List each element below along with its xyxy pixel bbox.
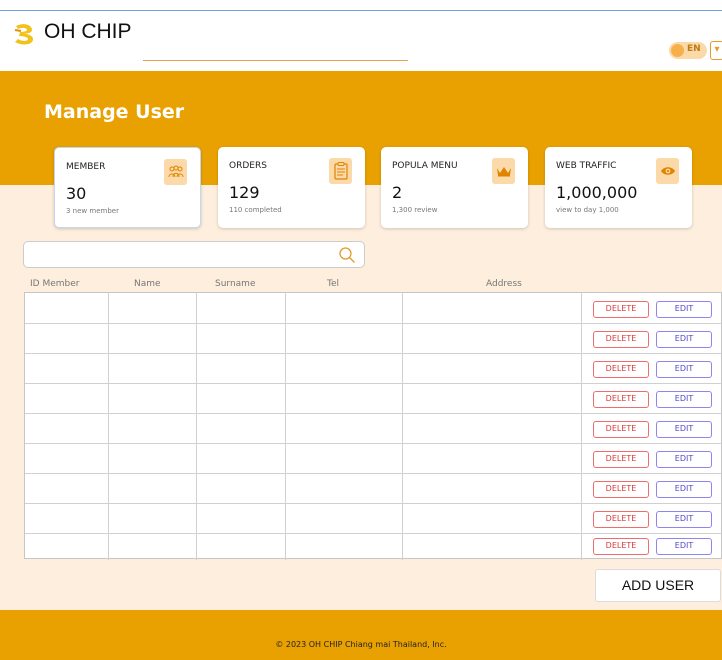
logo-icon [14,24,34,45]
members-icon [164,159,187,185]
edit-button[interactable]: EDIT [656,481,712,498]
search-icon[interactable] [338,246,356,264]
column-divider [196,293,197,560]
stat-card-member[interactable]: MEMBER 30 3 new member [54,147,201,228]
column-divider [285,293,286,560]
page-title: Manage User [44,101,185,123]
stat-card-subtext: 1,300 review [392,206,438,214]
stat-card-value: 2 [392,183,403,202]
delete-button[interactable]: DELETE [593,511,649,528]
language-label: EN [687,44,701,54]
delete-button[interactable]: DELETE [593,331,649,348]
footer-copyright: © 2023 OH CHIP Chiang mai Thailand, Inc. [275,640,447,649]
column-header-name: Name [134,279,161,289]
stat-card-value: 30 [66,184,87,203]
row-divider [25,413,722,414]
edit-button[interactable]: EDIT [656,331,712,348]
edit-button[interactable]: EDIT [656,451,712,468]
column-divider [581,293,582,560]
search-input[interactable] [23,241,365,268]
column-divider [108,293,109,560]
delete-button[interactable]: DELETE [593,421,649,438]
delete-button[interactable]: DELETE [593,481,649,498]
brand-name: OH CHIP [44,20,132,43]
row-divider [25,473,722,474]
eye-icon [656,158,679,184]
column-header-id: ID Member [30,279,80,289]
edit-button[interactable]: EDIT [656,301,712,318]
column-header-tel: Tel [327,279,340,289]
stat-card-web-traffic[interactable]: WEB TRAFFIC 1,000,000 view to day 1,000 [545,147,692,228]
stat-card-title: WEB TRAFFIC [556,161,617,171]
stat-card-subtext: 3 new member [66,207,119,215]
stat-card-orders[interactable]: ORDERS 129 110 completed [218,147,365,228]
clipboard-icon [329,158,352,184]
edit-button[interactable]: EDIT [656,511,712,528]
stat-card-value: 129 [229,183,260,202]
row-divider [25,353,722,354]
edit-button[interactable]: EDIT [656,538,712,555]
stat-card-title: POPULA MENU [392,161,458,171]
stat-card-title: MEMBER [66,162,106,172]
delete-button[interactable]: DELETE [593,301,649,318]
edit-button[interactable]: EDIT [656,421,712,438]
stat-card-value: 1,000,000 [556,183,638,202]
footer [0,610,722,660]
delete-button[interactable]: DELETE [593,451,649,468]
language-toggle[interactable]: EN [669,42,707,59]
column-header-surname: Surname [215,279,256,289]
stat-card-title: ORDERS [229,161,267,171]
row-divider [25,443,722,444]
menu-dropdown-button[interactable]: ▾ [710,41,722,60]
crown-icon [492,158,515,184]
member-table: DELETE EDIT DELETE EDIT DELETE EDIT DELE… [24,292,722,560]
delete-button[interactable]: DELETE [593,538,649,555]
edit-button[interactable]: EDIT [656,361,712,378]
stat-card-popular-menu[interactable]: POPULA MENU 2 1,300 review [381,147,528,228]
row-divider [25,533,722,534]
row-divider [25,383,722,384]
delete-button[interactable]: DELETE [593,361,649,378]
column-header-address: Address [486,279,522,289]
stat-card-subtext: 110 completed [229,206,282,214]
add-user-button[interactable]: ADD USER [595,569,721,602]
toggle-knob [671,44,684,57]
brand-underline [143,60,408,61]
row-divider [25,323,722,324]
delete-button[interactable]: DELETE [593,391,649,408]
edit-button[interactable]: EDIT [656,391,712,408]
row-divider [25,503,722,504]
stat-card-subtext: view to day 1,000 [556,206,619,214]
column-divider [402,293,403,560]
